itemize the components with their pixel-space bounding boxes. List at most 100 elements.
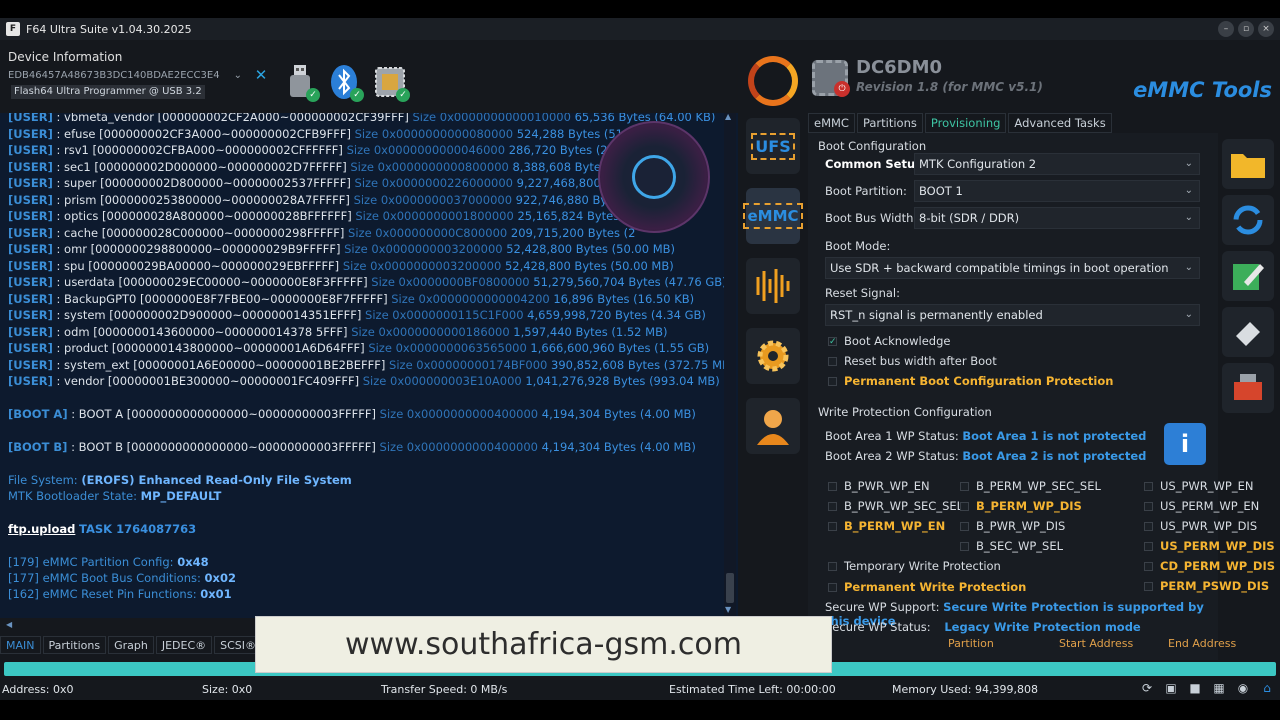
tab-graph[interactable]: Graph <box>108 636 154 654</box>
log-partition-name: : system_ext <box>56 357 130 372</box>
flag-checkbox[interactable]: PERM_PSWD_DIS <box>1144 579 1269 593</box>
sync-icon[interactable]: ⟳ <box>1138 681 1156 697</box>
flag-checkbox[interactable]: B_PWR_WP_DIS <box>960 519 1065 533</box>
open-folder-button[interactable] <box>1222 139 1274 189</box>
log-tag: [USER] <box>8 324 53 339</box>
keyboard-icon[interactable]: ▦ <box>1210 681 1228 697</box>
maximize-button[interactable]: ▫ <box>1238 21 1254 37</box>
flag-checkbox[interactable]: B_SEC_WP_SEL <box>960 539 1063 553</box>
log-line: [USER] : BackupGPT0 [0000000E8F7FBE00~00… <box>8 292 694 306</box>
log-range: [0000000298800000~000000029B9FFFFF] <box>90 242 341 256</box>
log-line: [USER] : rsv1 [000000002CFBA000~00000000… <box>8 143 641 157</box>
info-button[interactable]: i <box>1164 423 1206 465</box>
log-line: [USER] : super [000000002D800000~0000000… <box>8 176 637 190</box>
minimize-button[interactable]: – <box>1218 21 1234 37</box>
reset-signal-select[interactable]: RST_n signal is permanently enabled ⌄ <box>825 304 1200 326</box>
tab-main[interactable]: MAIN <box>0 636 41 654</box>
ufs-button[interactable]: UFS <box>746 118 800 174</box>
device-select[interactable]: EDB46457A48673B3DC140BDAE2ECC3E4 ⌄ <box>6 67 246 85</box>
log-tag: [USER] <box>8 176 53 190</box>
write-button[interactable] <box>1222 363 1274 413</box>
close-button[interactable]: × <box>1258 21 1274 37</box>
waveform-button[interactable] <box>746 258 800 314</box>
common-setup-select[interactable]: MTK Configuration 2 ⌄ <box>914 153 1200 175</box>
log-range: [000000002CFBA000~000000002CFFFFFF] <box>92 143 343 157</box>
boot-ack-checkbox[interactable]: ✓ Boot Acknowledge <box>828 334 950 348</box>
stop-icon[interactable]: ■ <box>1186 681 1204 697</box>
log-size: Size 0x000000000C800000 <box>348 225 508 240</box>
log-partition-name: : optics <box>56 209 99 223</box>
right-panel: ⏻ DC6DM0 Revision 1.8 (for MMC v5.1) eMM… <box>806 40 1280 660</box>
log-line: [USER] : spu [000000029BA00000~000000029… <box>8 259 674 273</box>
disconnect-icon[interactable]: ✕ <box>253 67 269 83</box>
log-tag: [USER] <box>8 357 53 372</box>
boot-mode-select[interactable]: Use SDR + backward compatible timings in… <box>825 257 1200 279</box>
temp-wp-checkbox[interactable]: Temporary Write Protection <box>828 559 1001 573</box>
emmc-button[interactable]: eMMC <box>743 188 803 244</box>
log-range: [0000000000000000~00000000003FFFFF] <box>126 439 376 454</box>
log-scrollbar-thumb[interactable] <box>726 573 734 603</box>
tab-partitions[interactable]: Partitions <box>42 636 107 654</box>
power-icon[interactable]: ⏻ <box>834 81 850 97</box>
log-tag: [BOOT A] <box>8 406 68 421</box>
task-id: TASK 1764087763 <box>79 521 197 536</box>
perm-wp-checkbox[interactable]: Permanent Write Protection <box>828 580 1026 594</box>
device-id: EDB46457A48673B3DC140BDAE2ECC3E4 <box>8 70 220 81</box>
log-line: [USER] : optics [000000028A800000~000000… <box>8 209 642 223</box>
user-icon <box>757 410 789 445</box>
user-button[interactable] <box>746 398 800 454</box>
log-partition-name: : spu <box>56 258 85 273</box>
perm-boot-protect-checkbox[interactable]: Permanent Boot Configuration Protection <box>828 374 1113 388</box>
edit-button[interactable] <box>1222 251 1274 301</box>
scroll-left-icon[interactable]: ◀ <box>6 620 12 629</box>
flag-checkbox[interactable]: US_PWR_WP_EN <box>1144 479 1253 493</box>
chip-status-icon[interactable]: ✓ <box>372 64 410 102</box>
chevron-down-icon: ⌄ <box>1184 158 1193 169</box>
erase-button[interactable] <box>1222 307 1274 357</box>
flag-checkbox[interactable]: US_PWR_WP_DIS <box>1144 519 1257 533</box>
log-partition-name: : prism <box>56 192 97 207</box>
flag-checkbox[interactable]: B_PERM_WP_EN <box>828 519 945 533</box>
flag-checkbox[interactable]: US_PERM_WP_EN <box>1144 499 1259 513</box>
bluetooth-icon[interactable]: ✓ <box>326 64 364 102</box>
tab-emmc[interactable]: eMMC <box>808 113 855 133</box>
log-size: Size 0x0000000000186000 <box>351 324 510 339</box>
window-icon[interactable]: ▣ <box>1162 681 1180 697</box>
tab-provisioning[interactable]: Provisioning <box>924 113 1007 133</box>
tab-partitions-right[interactable]: Partitions <box>856 113 923 133</box>
scroll-down-icon[interactable]: ▼ <box>725 605 731 614</box>
boot-partition-select[interactable]: BOOT 1 ⌄ <box>914 180 1200 202</box>
log-bytes: 4,659,998,720 Bytes (4.34 GB) <box>527 308 706 322</box>
refresh-logo-icon[interactable] <box>748 56 798 106</box>
camera-icon[interactable]: ◉ <box>1234 681 1252 697</box>
log-tag: [USER] <box>8 209 53 223</box>
log-range: [000000002CF2A000~000000002CF39FFF] <box>157 113 409 124</box>
boot-partition-value: BOOT 1 <box>919 184 963 198</box>
waveform-icon <box>756 269 790 303</box>
programmer-label: Flash64 Ultra Programmer @ USB 3.2 <box>11 85 205 99</box>
refresh-icon <box>1233 205 1263 235</box>
log-bytes: 1,666,600,960 Bytes (1.55 GB) <box>530 341 710 355</box>
flag-checkbox[interactable]: CD_PERM_WP_DIS <box>1144 559 1275 573</box>
log-line: File System: (EROFS) Enhanced Read-Only … <box>8 473 352 487</box>
tab-advanced-tasks[interactable]: Advanced Tasks <box>1008 113 1112 133</box>
log-size: Size 0x0000000000400000 <box>379 406 539 421</box>
refresh-button[interactable] <box>1222 195 1274 245</box>
area1-wp-status: Boot Area 1 WP Status: Boot Area 1 is no… <box>825 429 1146 443</box>
reset-bus-checkbox[interactable]: Reset bus width after Boot <box>828 354 997 368</box>
home-icon[interactable]: ⌂ <box>1258 681 1276 697</box>
flag-checkbox[interactable]: B_PWR_WP_EN <box>828 479 930 493</box>
log-scrollbar[interactable] <box>724 113 736 618</box>
bus-width-select[interactable]: 8-bit (SDR / DDR) ⌄ <box>914 207 1200 229</box>
right-tabs: eMMC Partitions Provisioning Advanced Ta… <box>808 113 1114 133</box>
tab-jedec[interactable]: JEDEC® <box>155 636 213 654</box>
usb-icon[interactable]: ✓ <box>282 64 320 102</box>
scroll-up-icon[interactable]: ▲ <box>725 112 731 121</box>
flag-checkbox[interactable]: US_PERM_WP_DIS <box>1144 539 1275 553</box>
settings-button[interactable] <box>746 328 800 384</box>
log-partition-name: : vbmeta_vendor <box>56 113 154 124</box>
flag-checkbox[interactable]: B_PERM_WP_SEC_SEL <box>960 479 1101 493</box>
secure-support-label: Secure WP Support: <box>825 600 940 614</box>
flag-checkbox[interactable]: B_PERM_WP_DIS <box>960 499 1082 513</box>
flag-checkbox[interactable]: B_PWR_WP_SEC_SEL <box>828 499 963 513</box>
